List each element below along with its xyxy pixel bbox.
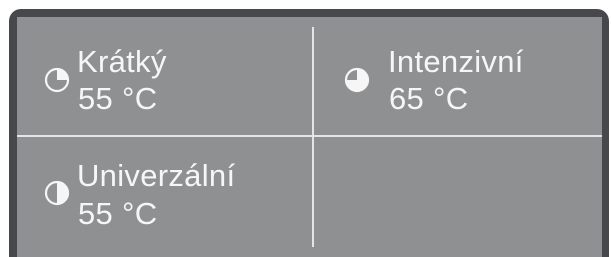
program-grid: Krátký 55 °C Intenzivní 65 °C Univerzáln… xyxy=(17,17,602,257)
program-tile-empty xyxy=(312,135,582,235)
program-temperature: 65 °C xyxy=(389,81,469,116)
pie-three-quarter-icon xyxy=(344,67,370,93)
program-name: Univerzální xyxy=(77,158,236,193)
program-tile-univerzalni[interactable]: Univerzální 55 °C xyxy=(17,135,287,235)
program-temperature: 55 °C xyxy=(78,196,158,231)
program-name: Krátký xyxy=(77,44,167,79)
program-temperature: 55 °C xyxy=(78,81,158,116)
pie-half-icon xyxy=(44,180,70,206)
pie-quarter-icon xyxy=(44,67,70,93)
program-tile-intenzivni[interactable]: Intenzivní 65 °C xyxy=(312,17,582,117)
program-name: Intenzivní xyxy=(388,44,524,79)
program-tile-kratky[interactable]: Krátký 55 °C xyxy=(17,17,287,117)
